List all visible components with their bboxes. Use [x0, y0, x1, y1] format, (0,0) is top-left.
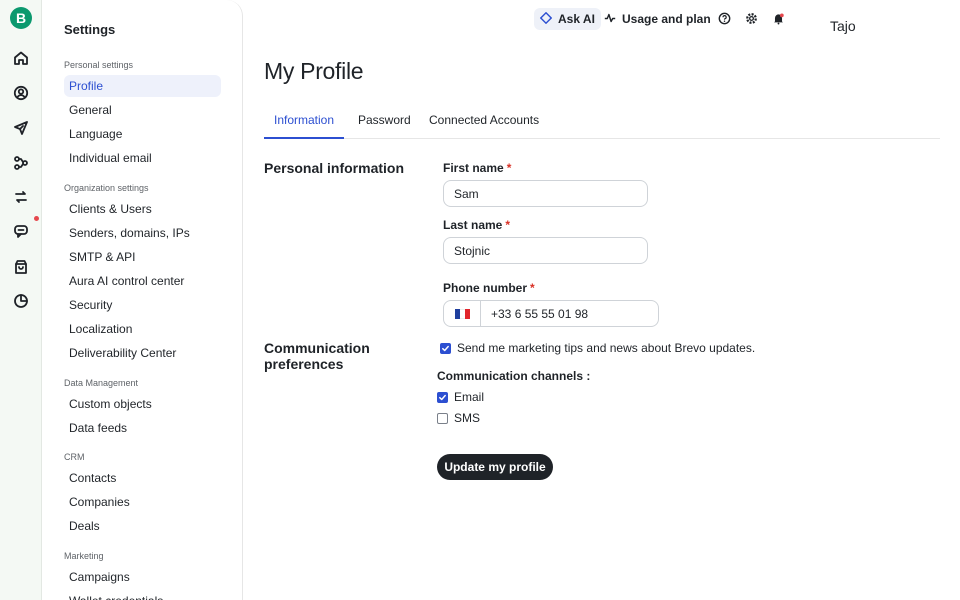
notification-bell-icon[interactable]: [771, 11, 785, 25]
sidebar-item-custom-objects[interactable]: Custom objects: [64, 393, 221, 415]
section-label-marketing: Marketing: [64, 551, 104, 561]
sidebar-item-smtp-api[interactable]: SMTP & API: [64, 246, 221, 268]
profile-tabs: Information Password Connected Accounts: [264, 104, 940, 139]
ask-ai-label: Ask AI: [558, 12, 595, 26]
section-label-data-management: Data Management: [64, 378, 139, 388]
sidebar-item-clients-users[interactable]: Clients & Users: [64, 198, 221, 220]
ask-ai-button[interactable]: Ask AI: [534, 8, 601, 30]
help-icon[interactable]: [717, 11, 731, 25]
phone-number-field: [443, 300, 659, 327]
sidebar-item-individual-email[interactable]: Individual email: [64, 147, 221, 169]
conversations-icon[interactable]: [12, 222, 30, 240]
sidebar-item-deliverability[interactable]: Deliverability Center: [64, 342, 221, 364]
sidebar-item-senders[interactable]: Senders, domains, IPs: [64, 222, 221, 244]
section-label-personal: Personal settings: [64, 60, 134, 70]
sidebar-item-general[interactable]: General: [64, 99, 221, 121]
activity-icon: [604, 12, 616, 27]
sidebar-item-localization[interactable]: Localization: [64, 318, 221, 340]
sidebar-item-deals[interactable]: Deals: [64, 515, 221, 537]
sidebar-item-language[interactable]: Language: [64, 123, 221, 145]
usage-plan-label: Usage and plan: [622, 12, 711, 26]
communication-preferences-heading: Communication preferences: [264, 340, 370, 372]
channel-sms-label: SMS: [454, 411, 481, 425]
first-name-field[interactable]: [443, 180, 648, 207]
sidebar-item-companies[interactable]: Companies: [64, 491, 221, 513]
user-name[interactable]: Tajo: [830, 18, 856, 34]
checkbox-unchecked-icon: [437, 412, 448, 424]
phone-number-label: Phone number *: [443, 281, 535, 295]
sidebar-item-wallet-credentials[interactable]: Wallet credentials: [64, 590, 221, 600]
marketing-optin-checkbox[interactable]: Send me marketing tips and news about Br…: [440, 341, 755, 355]
notification-dot: [34, 216, 39, 221]
sales-icon[interactable]: [12, 258, 30, 276]
last-name-label: Last name *: [443, 218, 511, 232]
tab-password[interactable]: Password: [348, 104, 421, 139]
personal-information-heading: Personal information: [264, 160, 405, 176]
sidebar-item-aura-ai[interactable]: Aura AI control center: [64, 270, 221, 292]
settings-sidebar: Settings Personal settings Profile Gener…: [42, 0, 243, 600]
communication-channels-label: Communication channels :: [437, 369, 591, 383]
section-label-organization: Organization settings: [64, 183, 149, 193]
first-name-label: First name *: [443, 161, 512, 175]
tab-information[interactable]: Information: [264, 104, 345, 139]
channel-sms-checkbox[interactable]: SMS: [437, 411, 480, 425]
sidebar-item-security[interactable]: Security: [64, 294, 221, 316]
reports-icon[interactable]: [12, 292, 30, 310]
tab-connected-accounts[interactable]: Connected Accounts: [419, 104, 549, 139]
checkbox-checked-icon: [437, 391, 448, 403]
section-label-crm: CRM: [64, 452, 85, 462]
channel-email-label: Email: [454, 390, 485, 404]
brevo-logo[interactable]: B: [10, 7, 32, 29]
app-rail: B: [0, 0, 42, 600]
page-title: My Profile: [264, 58, 364, 84]
gear-icon[interactable]: [744, 11, 758, 25]
sparkle-icon: [539, 11, 553, 27]
marketing-optin-label: Send me marketing tips and news about Br…: [457, 341, 756, 355]
france-flag-icon[interactable]: [444, 301, 481, 326]
sidebar-item-contacts[interactable]: Contacts: [64, 467, 221, 489]
checkbox-checked-icon: [440, 342, 451, 354]
automations-icon[interactable]: [12, 154, 30, 172]
update-profile-button[interactable]: Update my profile: [437, 454, 553, 480]
channel-email-checkbox[interactable]: Email: [437, 390, 484, 404]
sidebar-item-profile[interactable]: Profile: [64, 75, 221, 97]
sidebar-item-campaigns[interactable]: Campaigns: [64, 566, 221, 588]
transactional-icon[interactable]: [12, 188, 30, 206]
home-icon[interactable]: [12, 49, 30, 67]
sidebar-item-data-feeds[interactable]: Data feeds: [64, 417, 221, 439]
usage-plan-button[interactable]: Usage and plan: [604, 8, 711, 30]
last-name-field[interactable]: [443, 237, 648, 264]
campaigns-icon[interactable]: [12, 119, 30, 137]
contacts-icon[interactable]: [12, 84, 30, 102]
sidebar-title: Settings: [64, 22, 116, 37]
phone-number-input[interactable]: [481, 301, 658, 326]
